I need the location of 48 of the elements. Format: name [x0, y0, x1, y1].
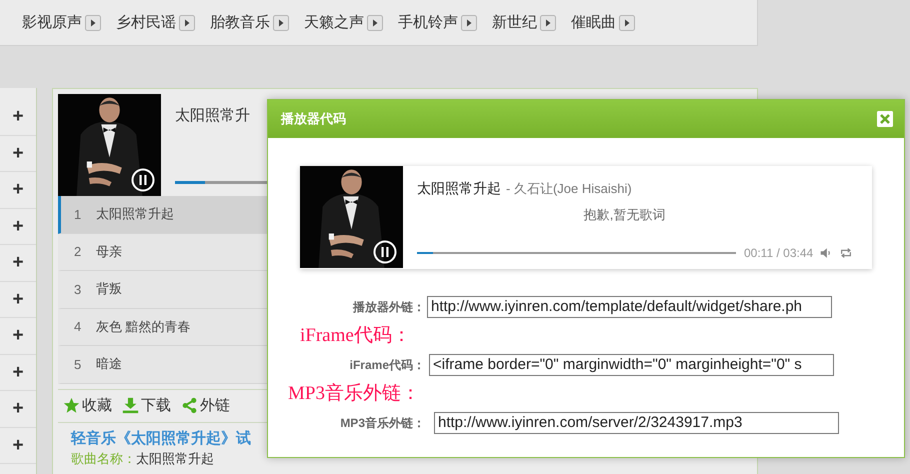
field-label: 歌曲名称： [71, 450, 136, 466]
add-button[interactable]: + [8, 399, 28, 418]
lyric-text: 抱歉,暂无歌词 [584, 206, 666, 224]
nav-link[interactable]: 乡村民谣 [116, 13, 176, 32]
nav-link[interactable]: 天籁之声 [304, 13, 364, 32]
nav-link[interactable]: 手机铃声 [398, 13, 458, 32]
input-field[interactable]: http://www.iyinren.com/server/2/3243917.mp3 [434, 412, 839, 434]
annotation-text: MP3音乐外链： [288, 382, 421, 406]
annotation-text: iFrame代码： [300, 324, 412, 348]
time-display: 00:11 / 03:44 [744, 246, 814, 260]
expand-icon[interactable] [179, 14, 195, 30]
dialog-title: 播放器代码 [281, 110, 346, 128]
nav-link[interactable]: 影视原声 [22, 13, 82, 32]
song-title: 太阳照常升 [175, 106, 250, 125]
add-button[interactable]: + [8, 436, 28, 455]
star-icon[interactable] [63, 397, 80, 414]
add-button[interactable]: + [8, 216, 28, 236]
expand-icon[interactable] [367, 14, 383, 30]
add-button[interactable]: + [8, 253, 28, 272]
expand-icon[interactable] [461, 14, 477, 30]
field-label: iFrame代码： [348, 356, 426, 374]
repeat-icon[interactable] [839, 246, 854, 260]
input-field[interactable]: <iframe border="0" marginwidth="0" marginheight="0" s [429, 354, 834, 376]
song-title: 太阳照常升起 [417, 180, 501, 198]
expand-icon[interactable] [85, 14, 101, 30]
toolbar-link[interactable]: 外链 [200, 396, 230, 415]
nav-link[interactable]: 催眠曲 [571, 13, 616, 32]
close-icon[interactable] [877, 111, 893, 127]
add-button[interactable]: + [8, 290, 28, 309]
add-button[interactable]: + [8, 180, 28, 200]
expand-icon[interactable] [619, 14, 635, 30]
field-label: MP3音乐外链： [339, 414, 426, 432]
artist-name: - 久石让(Joe Hisaishi) [506, 180, 632, 198]
add-button[interactable]: + [8, 326, 28, 346]
nav-link[interactable]: 胎教音乐 [210, 13, 270, 32]
expand-icon[interactable] [540, 14, 556, 30]
song-name: 太阳照常升起 [136, 450, 214, 466]
pause-icon[interactable] [131, 168, 155, 192]
input-field[interactable]: http://www.iyinren.com/template/default/widget/share.ph [427, 296, 832, 318]
add-button[interactable]: + [8, 362, 28, 382]
nav-link[interactable]: 新世纪 [492, 13, 537, 32]
add-button[interactable]: + [8, 144, 28, 163]
expand-icon[interactable] [273, 14, 289, 30]
field-label: 播放器外链： [352, 298, 426, 316]
pause-icon[interactable] [373, 240, 397, 264]
toolbar-link[interactable]: 收藏 [82, 396, 112, 415]
toolbar-link[interactable]: 下载 [141, 396, 171, 415]
add-button[interactable]: + [8, 107, 28, 126]
